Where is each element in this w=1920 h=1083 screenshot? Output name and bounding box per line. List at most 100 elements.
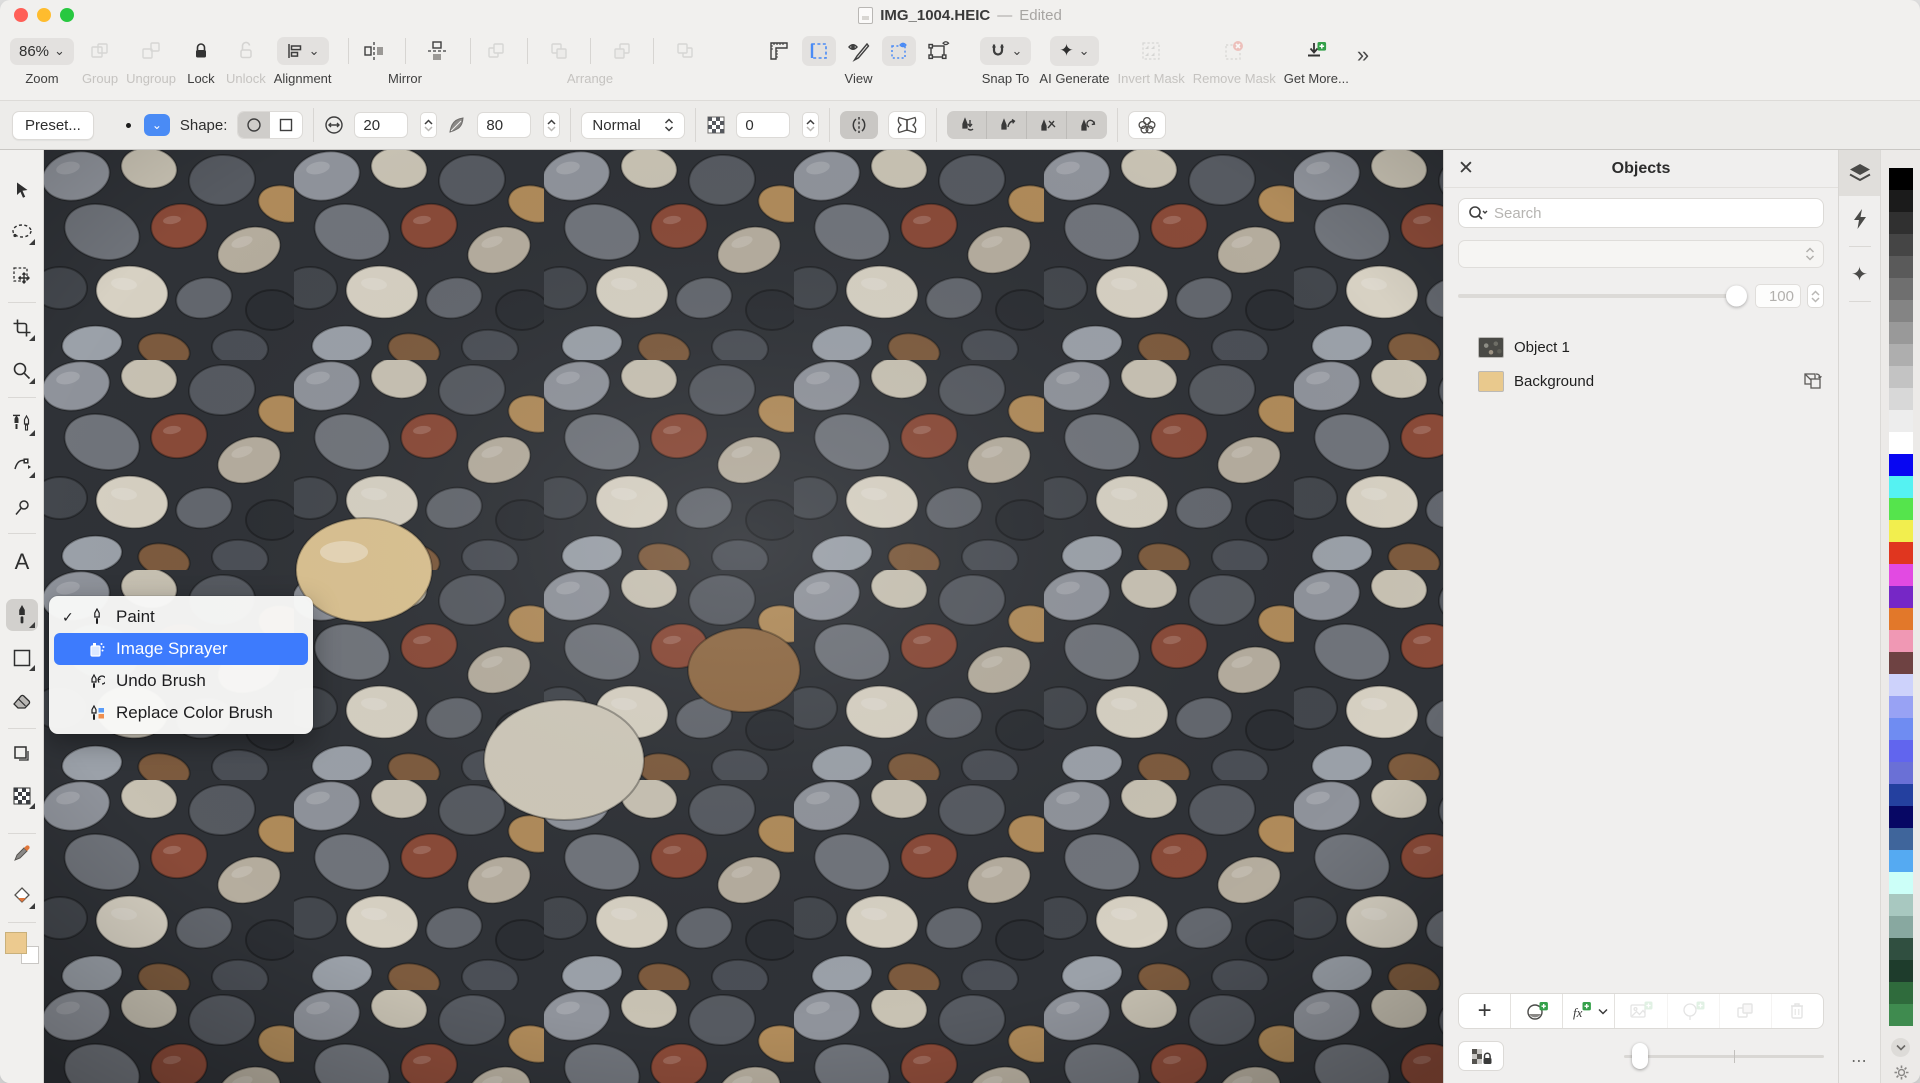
straight-stroke-button[interactable] [1027,111,1067,139]
tool-pick[interactable] [6,174,38,206]
size-stepper[interactable] [420,112,437,138]
more-colors-button[interactable] [1891,1038,1910,1057]
opacity-stepper[interactable] [1807,284,1824,308]
menu-item-replace-color-brush[interactable]: Replace Color Brush [54,697,308,729]
foreground-color-swatch[interactable] [5,932,27,954]
toolbar-overflow-button[interactable]: » [1357,42,1369,68]
tool-transform[interactable] [6,260,38,292]
curve-stroke-button[interactable] [987,111,1027,139]
add-lens-button[interactable] [1668,994,1720,1028]
color-swatch[interactable] [1889,322,1913,344]
color-swatch[interactable] [1889,256,1913,278]
color-swatch[interactable] [1889,982,1913,1004]
tool-text[interactable]: A [6,546,38,578]
transparency-stepper[interactable] [802,112,819,138]
lock-button[interactable] [184,36,218,66]
opacity-slider[interactable] [1458,294,1745,298]
tool-zoom[interactable] [6,355,38,387]
color-swatch[interactable] [1889,454,1913,476]
color-well[interactable] [5,930,41,966]
color-swatch[interactable] [1889,894,1913,916]
opacity-input[interactable] [1755,284,1801,308]
tool-mask[interactable] [6,780,38,812]
color-swatch[interactable] [1889,828,1913,850]
show-object-bounds-button[interactable] [922,36,956,66]
color-swatch[interactable] [1889,498,1913,520]
tool-eyedropper[interactable] [6,837,38,869]
color-swatch[interactable] [1889,212,1913,234]
tab-objects[interactable] [1839,150,1881,196]
color-swatch[interactable] [1889,608,1913,630]
zoom-dropdown[interactable]: 86%⌄ [10,38,74,65]
color-swatch[interactable] [1889,190,1913,212]
send-backward-button[interactable] [605,36,639,66]
bring-forward-button[interactable] [542,36,576,66]
color-swatch[interactable] [1889,278,1913,300]
thumbnail-size-knob[interactable] [1632,1043,1648,1069]
color-swatch[interactable] [1889,344,1913,366]
tool-fill[interactable] [6,880,38,912]
minimize-window-button[interactable] [37,8,51,22]
color-swatch[interactable] [1889,960,1913,982]
rulers-button[interactable] [762,36,796,66]
square-nib-button[interactable] [270,112,302,138]
thumbnail-size-slider[interactable] [1624,1055,1824,1058]
color-swatch[interactable] [1889,432,1913,454]
feather-input[interactable] [477,112,531,138]
alignment-dropdown[interactable]: ⌄ [277,37,329,65]
tool-clone[interactable] [6,407,38,439]
size-input[interactable] [354,112,408,138]
lock-transparency-button[interactable] [1458,1041,1504,1071]
send-to-back-button[interactable] [668,36,702,66]
ungroup-button[interactable] [134,36,168,66]
panel-more-button[interactable]: ⋯ [1851,1051,1868,1071]
tab-ai[interactable]: ✦ [1839,251,1881,297]
color-swatch[interactable] [1889,938,1913,960]
tool-shape[interactable] [6,642,38,674]
color-swatch[interactable] [1889,762,1913,784]
color-swatch[interactable] [1889,388,1913,410]
add-object-button[interactable]: + [1459,994,1511,1028]
tool-crop[interactable] [6,312,38,344]
color-swatch[interactable] [1889,1004,1913,1026]
mirror-paint-button[interactable] [888,111,926,139]
tool-smudge[interactable] [6,492,38,524]
layer-row-background[interactable]: Background [1458,364,1824,398]
color-swatch[interactable] [1889,564,1913,586]
canvas[interactable]: ✓ Paint Image Sprayer Undo Brush [44,150,1443,1083]
tool-paint[interactable] [6,599,38,631]
ai-generate-dropdown[interactable]: ✦ ⌄ [1050,36,1098,66]
add-adjustment-button[interactable] [1511,994,1563,1028]
canvas-bounds-button[interactable] [802,36,836,66]
tool-object-pick[interactable] [6,738,38,770]
nib-cluster-button[interactable] [1128,111,1166,139]
color-swatch[interactable] [1889,806,1913,828]
round-nib-button[interactable] [238,112,270,138]
unlock-button[interactable] [229,36,263,66]
snap-to-dropdown[interactable]: ⌄ [980,37,1032,65]
menu-item-undo-brush[interactable]: Undo Brush [54,665,308,697]
repeat-stroke-button[interactable] [1067,111,1107,139]
dab-stroke-button[interactable] [947,111,987,139]
invert-mask-button[interactable] [1134,36,1168,66]
add-effect-dropdown[interactable]: fx [1563,994,1615,1028]
delete-object-button[interactable] [1772,994,1823,1028]
color-swatch[interactable] [1889,586,1913,608]
opacity-slider-knob[interactable] [1726,286,1747,307]
color-swatch[interactable] [1889,168,1913,190]
blend-mode-select[interactable]: Normal [581,112,685,139]
color-swatch[interactable] [1889,630,1913,652]
color-swatch[interactable] [1889,784,1913,806]
color-swatch[interactable] [1889,234,1913,256]
layer-row-object1[interactable]: Object 1 [1458,330,1824,364]
preset-button[interactable]: Preset... [12,111,94,140]
color-swatch[interactable] [1889,740,1913,762]
symmetry-toggle[interactable] [840,111,878,139]
color-swatch[interactable] [1889,542,1913,564]
layer-blend-mode-select[interactable] [1458,240,1824,268]
color-swatch[interactable] [1889,366,1913,388]
color-swatch[interactable] [1889,850,1913,872]
color-swatch[interactable] [1889,300,1913,322]
color-swatch[interactable] [1889,476,1913,498]
remove-mask-button[interactable] [1217,36,1251,66]
